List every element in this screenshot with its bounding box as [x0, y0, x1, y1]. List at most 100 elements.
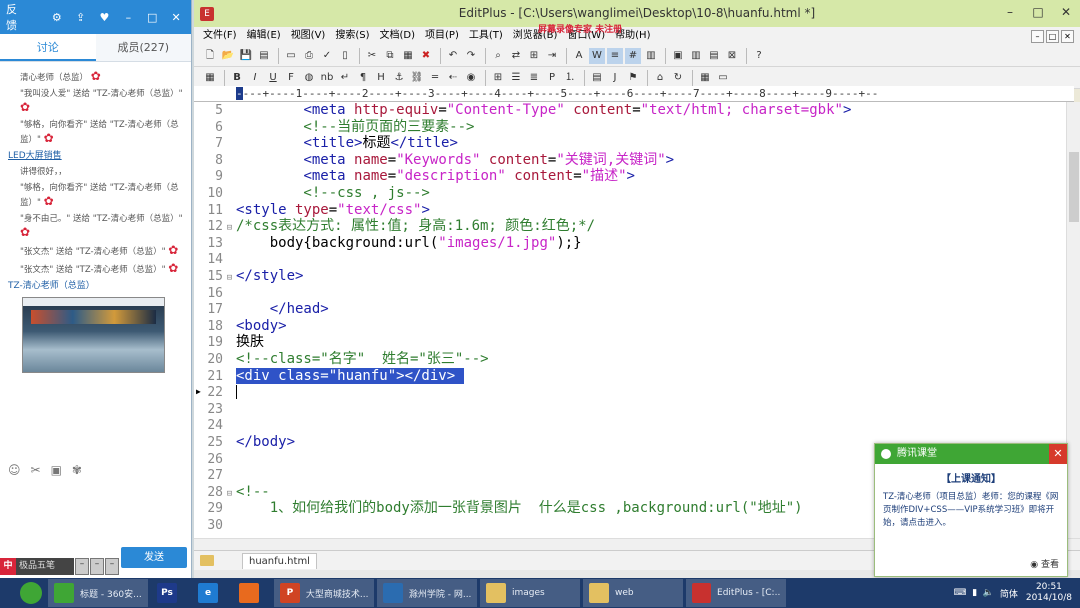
table-icon[interactable]: ⊞ [490, 70, 506, 86]
preview-icon[interactable]: ⌂ [652, 70, 668, 86]
class-notification-popup[interactable]: 腾讯课堂 ✕ 【上课通知】 TZ-清心老师（项目总监）老师：您的课程《网页制作D… [874, 443, 1068, 577]
code-line[interactable]: 13 body{background:url("images/1.jpg");} [194, 235, 1066, 252]
find-in-files-icon[interactable]: ⊞ [526, 48, 542, 64]
network-icon[interactable]: ▮ [972, 588, 977, 598]
close-icon[interactable]: ✕ [1049, 444, 1067, 464]
redo-icon[interactable]: ↷ [463, 48, 479, 64]
color-icon[interactable]: ◍ [301, 70, 317, 86]
save-all-icon[interactable]: ▤ [256, 48, 272, 64]
ime-logo-icon[interactable]: 中 [0, 558, 16, 575]
taskbar-item[interactable]: e [192, 579, 230, 607]
send-button[interactable]: 发送 [121, 547, 187, 568]
menu-tools[interactable]: 工具(T) [464, 27, 508, 45]
minimize-icon[interactable]: – [119, 11, 137, 24]
sender-name[interactable]: TZ-清心老师（总监） [8, 280, 183, 293]
menu-search[interactable]: 搜索(S) [330, 27, 374, 45]
word-wrap-icon[interactable]: W [589, 47, 605, 64]
copy-icon[interactable]: ⧉ [382, 48, 398, 64]
sender-name[interactable]: LED大屏销售 [8, 150, 183, 163]
flower-icon[interactable]: ✾ [72, 463, 82, 477]
window-list-icon[interactable]: ▣ [670, 48, 686, 64]
underline-icon[interactable]: U [265, 70, 281, 86]
mdi-restore-button[interactable]: □ [1046, 29, 1059, 43]
print-preview-icon[interactable]: ▭ [283, 48, 299, 64]
share-icon[interactable]: ⇪ [72, 11, 90, 24]
font-icon[interactable]: A [571, 48, 587, 64]
code-line[interactable]: 6 <!--当前页面的三要素--> [194, 119, 1066, 136]
page-icon[interactable]: ▯ [337, 48, 353, 64]
link-icon[interactable]: ⛓ [409, 70, 425, 86]
paragraph-icon[interactable]: ¶ [355, 70, 371, 86]
taskbar-item[interactable]: EditPlus - [C:... [686, 579, 786, 607]
image-tag-icon[interactable]: ◉ [463, 70, 479, 86]
ime-indicator[interactable]: 简体 [1000, 587, 1018, 600]
tab-members[interactable]: 成员(227) [96, 34, 192, 61]
close-button[interactable]: ✕ [1052, 0, 1080, 27]
code-line[interactable]: 19 换肤 [194, 334, 1066, 351]
taskbar-item[interactable]: Ps [151, 579, 189, 607]
comment-icon[interactable]: ⇠ [445, 70, 461, 86]
scrollbar-thumb[interactable] [1069, 152, 1079, 222]
shared-screenshot-thumbnail[interactable] [22, 297, 165, 373]
replace-icon[interactable]: ⇄ [508, 48, 524, 64]
code-line[interactable]: 23 [194, 401, 1066, 418]
refresh-icon[interactable]: ↻ [670, 70, 686, 86]
maximize-button[interactable]: □ [1024, 0, 1052, 27]
maximize-icon[interactable]: □ [143, 11, 161, 24]
taskbar-item[interactable]: 标题 - 360安... [48, 579, 148, 607]
feedback-button[interactable]: 反馈 [6, 1, 28, 33]
ruler-icon[interactable]: ≡ [607, 47, 623, 64]
close-all-icon[interactable]: ⊠ [724, 48, 740, 64]
menu-view[interactable]: 视图(V) [286, 27, 331, 45]
taskbar-item[interactable]: images [480, 579, 580, 607]
taskbar-item[interactable]: web [583, 579, 683, 607]
view-button[interactable]: ◉ 查看 [1030, 557, 1059, 570]
vertical-scrollbar[interactable] [1066, 102, 1080, 538]
delete-icon[interactable]: ✖ [418, 48, 434, 64]
close-icon[interactable]: ✕ [167, 11, 185, 24]
code-line[interactable]: 24 [194, 417, 1066, 434]
code-line[interactable]: 17 </head> [194, 301, 1066, 318]
bold-icon[interactable]: B [229, 70, 245, 86]
code-line[interactable]: 12 ⊟/*css表达方式: 属性:值; 身高:1.6m; 颜色:红色;*/ [194, 218, 1066, 235]
taskbar-item[interactable]: 滁州学院 - 网... [377, 579, 477, 607]
code-line[interactable]: 5 <meta http-equiv="Content-Type" conten… [194, 102, 1066, 119]
ime-button[interactable]: – [75, 558, 89, 575]
br-icon[interactable]: ↵ [337, 70, 353, 86]
volume-icon[interactable]: 🔈 [983, 588, 994, 598]
taskbar-item[interactable] [233, 579, 271, 607]
code-line[interactable]: 21 <div class="huanfu"></div> [194, 367, 1066, 385]
tab-discussion[interactable]: 讨论 [0, 34, 96, 61]
minimize-button[interactable]: – [996, 0, 1024, 27]
form-icon[interactable]: ▤ [589, 70, 605, 86]
paste-icon[interactable]: ▦ [400, 48, 416, 64]
goto-icon[interactable]: ⇥ [544, 48, 560, 64]
hr-icon[interactable]: ═ [427, 70, 443, 86]
browser-icon[interactable]: ▦ [697, 70, 713, 86]
menu-edit[interactable]: 编辑(E) [242, 27, 286, 45]
menu-file[interactable]: 文件(F) [198, 27, 242, 45]
message-list[interactable]: 清心老师（总监） ✿ "我叫没人爱" 送给 "TZ-清心老师（总监）" ✿ "够… [0, 64, 191, 458]
chat-input[interactable] [0, 482, 191, 550]
code-line[interactable]: 9 <meta name="description" content="描述"> [194, 168, 1066, 185]
code-line[interactable]: 14 [194, 251, 1066, 268]
cut-icon[interactable]: ✂ [364, 48, 380, 64]
open-icon[interactable]: 📂 [220, 48, 236, 64]
heading-icon[interactable]: H [373, 70, 389, 86]
gear-icon[interactable]: ⚙ [48, 11, 66, 24]
line-number-icon[interactable]: # [625, 47, 641, 64]
new-file-icon[interactable]: 🗋 [202, 48, 218, 64]
menu-project[interactable]: 项目(P) [420, 27, 464, 45]
browser-panel-icon[interactable]: ▭ [715, 70, 731, 86]
menu-document[interactable]: 文档(D) [375, 27, 421, 45]
notification-body[interactable]: TZ-清心老师（项目总监）老师：您的课程《网页制作DIV+CSS——VIP系统学… [875, 485, 1067, 530]
undo-icon[interactable]: ↶ [445, 48, 461, 64]
cascade-icon[interactable]: ▤ [706, 48, 722, 64]
folder-icon[interactable] [200, 555, 214, 566]
print-icon[interactable]: ⎙ [301, 48, 317, 64]
code-line[interactable]: 18 <body> [194, 318, 1066, 335]
save-icon[interactable]: 💾 [238, 48, 254, 64]
nbsp-icon[interactable]: nb [319, 70, 335, 86]
ime-button[interactable]: – [105, 558, 119, 575]
tile-icon[interactable]: ▥ [688, 48, 704, 64]
